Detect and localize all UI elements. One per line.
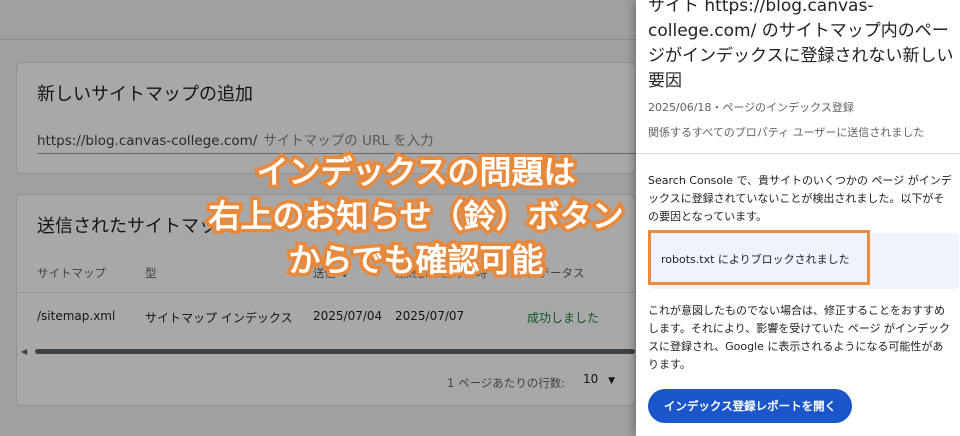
reason-text: robots.txt によりブロックされました (661, 253, 850, 266)
panel-divider (636, 153, 960, 154)
caption-line-2: 右上のお知らせ（鈴）ボタン (205, 194, 627, 239)
open-index-report-button[interactable]: インデックス登録レポートを開く (648, 389, 852, 423)
caption-line-3: からでも確認可能 (285, 238, 547, 283)
notification-recipients: 関係するすべてのプロパティ ユーザーに送信されました (648, 126, 925, 139)
notification-body-1: Search Console で、貴サイトのいくつかの ページ がインデックスに… (648, 174, 952, 223)
notification-title: サイト https://blog.canvas-college.com/ のサイ… (648, 0, 954, 91)
notification-meta: 2025/06/18・ページのインデックス登録 (648, 101, 854, 114)
notification-body-2: これが意図したものでない場合は、修正することをおすすめします。それにより、影響を… (648, 304, 951, 371)
overlay-caption: インデックスの問題は 右上のお知らせ（鈴）ボタン からでも確認可能 (196, 150, 636, 283)
reason-box: robots.txt によりブロックされました (648, 230, 959, 289)
notification-panel: サイト https://blog.canvas-college.com/ のサイ… (636, 0, 960, 436)
reason-highlight: robots.txt によりブロックされました (648, 230, 870, 285)
caption-line-1: インデックスの問題は (253, 150, 579, 195)
